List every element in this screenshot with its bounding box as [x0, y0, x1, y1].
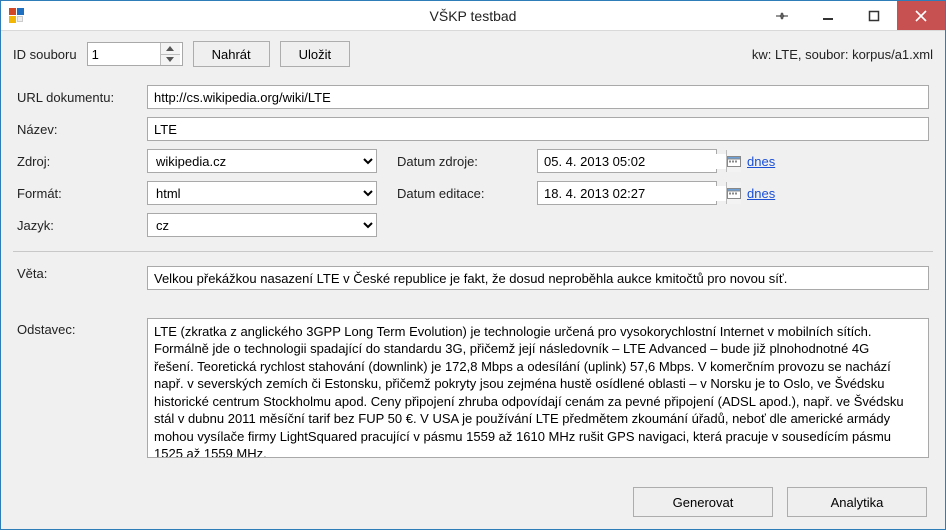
date-source-label: Datum zdroje:	[397, 154, 527, 169]
source-select[interactable]: wikipedia.cz	[147, 149, 377, 173]
close-button[interactable]	[897, 1, 945, 30]
date-edit-input[interactable]	[538, 186, 726, 201]
id-stepper[interactable]	[87, 42, 183, 66]
calendar-icon[interactable]	[726, 182, 741, 204]
source-label: Zdroj:	[17, 154, 137, 169]
calendar-icon[interactable]	[726, 150, 741, 172]
sync-icon[interactable]	[759, 1, 805, 30]
kw-info: kw: LTE, soubor: korpus/a1.xml	[752, 47, 933, 62]
url-label: URL dokumentu:	[17, 90, 137, 105]
id-step-down-icon[interactable]	[161, 55, 180, 66]
minimize-button[interactable]	[805, 1, 851, 30]
date-source-picker[interactable]	[537, 149, 717, 173]
date-edit-label: Datum editace:	[397, 186, 527, 201]
sentence-input[interactable]	[147, 266, 929, 290]
date-edit-picker[interactable]	[537, 181, 717, 205]
button-row: Generovat Analytika	[13, 487, 933, 517]
app-icon	[9, 8, 25, 24]
dnes-link-2[interactable]: dnes	[747, 186, 929, 201]
generate-button[interactable]: Generovat	[633, 487, 773, 517]
date-source-input[interactable]	[538, 154, 726, 169]
upload-button[interactable]: Nahrát	[193, 41, 270, 67]
id-input[interactable]	[88, 43, 160, 65]
id-label: ID souboru	[13, 47, 77, 62]
paragraph-label: Odstavec:	[17, 318, 137, 337]
format-label: Formát:	[17, 186, 137, 201]
divider	[13, 251, 933, 252]
client-area: ID souboru Nahrát Uložit kw: LTE, soubor…	[1, 31, 945, 529]
name-label: Název:	[17, 122, 137, 137]
bottom-grid: Věta: Odstavec: LTE (zkratka z anglickéh…	[13, 266, 933, 475]
id-step-up-icon[interactable]	[161, 43, 180, 55]
url-input[interactable]	[147, 85, 929, 109]
top-row: ID souboru Nahrát Uložit kw: LTE, soubor…	[13, 41, 933, 67]
maximize-button[interactable]	[851, 1, 897, 30]
app-window: VŠKP testbad ID souboru	[0, 0, 946, 530]
window-controls	[759, 1, 945, 30]
analytics-button[interactable]: Analytika	[787, 487, 927, 517]
sentence-label: Věta:	[17, 266, 137, 281]
name-input[interactable]	[147, 117, 929, 141]
lang-select[interactable]: cz	[147, 213, 377, 237]
paragraph-textarea[interactable]: LTE (zkratka z anglického 3GPP Long Term…	[147, 318, 929, 458]
form-grid: URL dokumentu: Název: Zdroj: wikipedia.c…	[13, 85, 933, 237]
format-select[interactable]: html	[147, 181, 377, 205]
save-button[interactable]: Uložit	[280, 41, 351, 67]
titlebar: VŠKP testbad	[1, 1, 945, 31]
lang-label: Jazyk:	[17, 218, 137, 233]
dnes-link-1[interactable]: dnes	[747, 154, 929, 169]
